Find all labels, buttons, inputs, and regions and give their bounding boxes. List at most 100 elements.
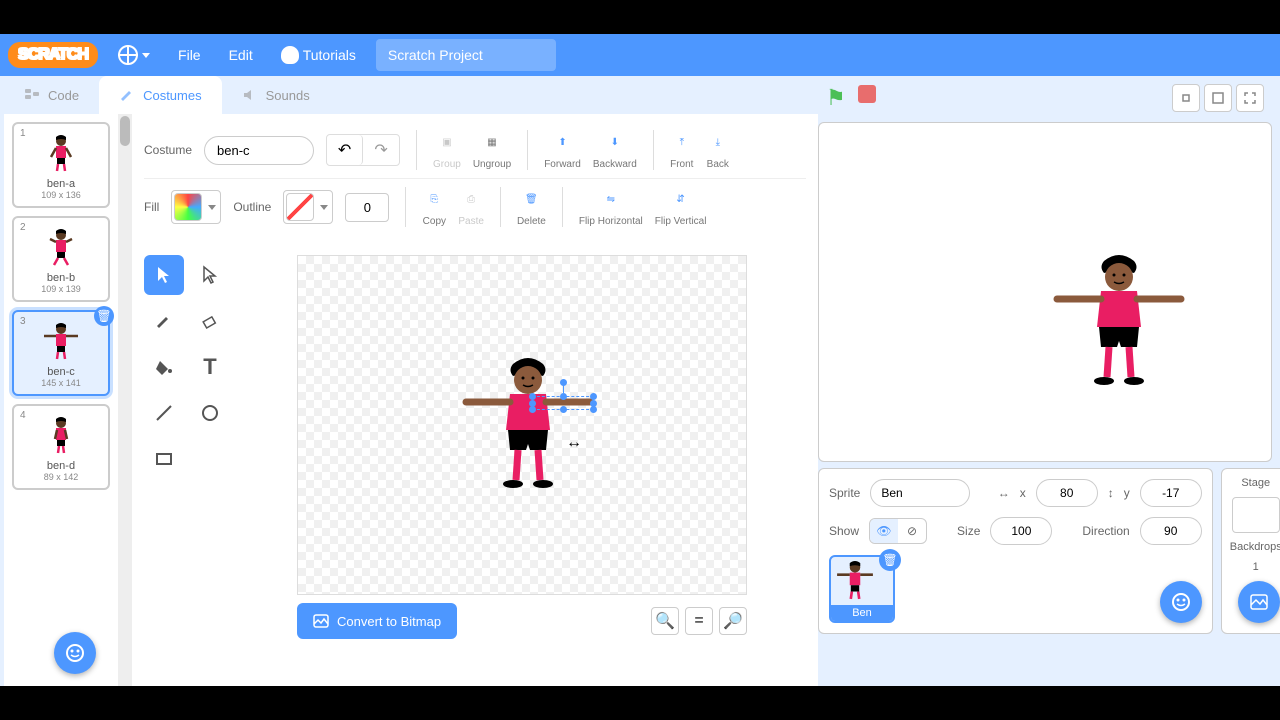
file-menu[interactable]: File: [170, 43, 209, 67]
flip-horizontal-button[interactable]: ⇋Flip Horizontal: [579, 188, 643, 227]
add-costume-button[interactable]: [54, 632, 96, 674]
backward-button[interactable]: ⬇Backward: [593, 131, 637, 170]
direction-label: Direction: [1082, 524, 1129, 538]
redo-button[interactable]: ↷: [363, 135, 399, 165]
costume-thumb[interactable]: 2 ben-b 109 x 139: [12, 216, 110, 302]
front-button[interactable]: ⤒Front: [670, 131, 694, 170]
tab-code[interactable]: Code: [4, 76, 99, 114]
ungroup-button[interactable]: ▦Ungroup: [473, 131, 511, 170]
undo-button[interactable]: ↶: [327, 135, 363, 165]
stop-button[interactable]: [858, 85, 876, 103]
outline-width-input[interactable]: [345, 193, 389, 222]
stage[interactable]: [818, 122, 1272, 462]
tab-sounds[interactable]: Sounds: [222, 76, 330, 114]
forward-button[interactable]: ⬆Forward: [544, 131, 581, 170]
bulb-icon: [281, 46, 299, 64]
costume-dim: 109 x 136: [18, 190, 104, 200]
brush-tool[interactable]: [144, 301, 184, 341]
convert-label: Convert to Bitmap: [337, 614, 441, 629]
show-toggle[interactable]: 👁 ⊘: [869, 518, 927, 544]
circle-tool[interactable]: [190, 393, 230, 433]
sprite-tile[interactable]: 🗑 Ben: [829, 555, 895, 623]
tab-sounds-label: Sounds: [266, 88, 310, 103]
costume-number: 3: [20, 316, 26, 327]
flip-vertical-button[interactable]: ⇵Flip Vertical: [655, 188, 707, 227]
delete-button[interactable]: 🗑Delete: [517, 188, 546, 227]
selection-box[interactable]: [532, 396, 594, 410]
group-button[interactable]: ▣Group: [433, 131, 461, 170]
costume-thumb[interactable]: 3 🗑 ben-c 145 x 141: [12, 310, 110, 396]
back-button[interactable]: ⤓Back: [706, 131, 730, 170]
paste-button[interactable]: ⎙Paste: [458, 188, 484, 227]
image-icon: [313, 613, 329, 629]
copy-button[interactable]: ⎘Copy: [422, 188, 446, 227]
zoom-out-button[interactable]: 🔍: [651, 607, 679, 635]
costume-name: ben-a: [18, 178, 104, 190]
delete-costume-icon[interactable]: 🗑: [94, 306, 114, 326]
convert-bitmap-button[interactable]: Convert to Bitmap: [297, 603, 457, 639]
outline-swatch: [286, 193, 314, 221]
backdrop-thumb[interactable]: [1232, 497, 1280, 533]
show-hidden-button[interactable]: ⊘: [898, 519, 926, 543]
costume-thumb[interactable]: 1 ben-a 109 x 136: [12, 122, 110, 208]
editor-tabs: Code Costumes Sounds: [4, 76, 818, 114]
project-name-input[interactable]: [376, 39, 556, 71]
edit-menu[interactable]: Edit: [221, 43, 261, 67]
stage-large-button[interactable]: [1204, 84, 1232, 112]
chevron-down-icon: [142, 53, 150, 58]
outline-label: Outline: [233, 200, 271, 214]
tab-costumes[interactable]: Costumes: [99, 76, 222, 114]
sprite-label: Sprite: [829, 486, 860, 500]
x-label: x: [1020, 486, 1026, 500]
costume-thumb[interactable]: 4 ben-d 89 x 142: [12, 404, 110, 490]
zoom-reset-button[interactable]: =: [685, 607, 713, 635]
costume-dim: 89 x 142: [18, 472, 104, 482]
fullscreen-button[interactable]: [1236, 84, 1264, 112]
size-input[interactable]: [990, 517, 1052, 545]
add-sprite-button[interactable]: [1160, 581, 1202, 623]
costume-preview: [36, 134, 86, 174]
y-label: y: [1124, 486, 1130, 500]
costume-number: 4: [20, 410, 26, 421]
rectangle-tool[interactable]: [144, 439, 184, 479]
costume-scrollbar[interactable]: [118, 114, 132, 686]
stage-header: ⚑: [818, 80, 1272, 116]
reshape-tool[interactable]: [190, 255, 230, 295]
eraser-tool[interactable]: [190, 301, 230, 341]
sprite-name-input[interactable]: [870, 479, 970, 507]
costume-label: Costume: [144, 143, 192, 157]
menubar: SCRATCH File Edit Tutorials: [0, 34, 1280, 76]
outline-picker[interactable]: [283, 190, 333, 224]
costume-name-input[interactable]: [204, 136, 314, 165]
stage-small-button[interactable]: [1172, 84, 1200, 112]
delete-sprite-icon[interactable]: 🗑: [879, 549, 901, 571]
tab-costumes-label: Costumes: [143, 88, 202, 103]
fill-tool[interactable]: [144, 347, 184, 387]
green-flag-button[interactable]: ⚑: [826, 85, 846, 111]
add-backdrop-button[interactable]: [1238, 581, 1280, 623]
stage-backdrops-panel: Stage Backdrops 1: [1221, 468, 1280, 634]
stage-title: Stage: [1241, 477, 1270, 489]
costume-preview: [36, 416, 86, 456]
sound-icon: [242, 87, 258, 103]
costume-list: 1 ben-a 109 x 136 2 ben-b 109 x 139: [4, 114, 118, 686]
x-input[interactable]: [1036, 479, 1098, 507]
backdrops-count: 1: [1253, 561, 1259, 573]
direction-input[interactable]: [1140, 517, 1202, 545]
fill-picker[interactable]: [171, 190, 221, 224]
tutorials-menu[interactable]: Tutorials: [273, 42, 364, 68]
select-tool[interactable]: [144, 255, 184, 295]
backdrops-label: Backdrops: [1230, 541, 1280, 553]
costume-name: ben-b: [18, 272, 104, 284]
paint-canvas[interactable]: ↔: [297, 255, 747, 595]
costume-preview: [36, 228, 86, 268]
costume-dim: 109 x 139: [18, 284, 104, 294]
costume-preview: [36, 322, 86, 362]
show-visible-button[interactable]: 👁: [870, 519, 898, 543]
line-tool[interactable]: [144, 393, 184, 433]
text-tool[interactable]: T: [190, 347, 230, 387]
fill-swatch: [174, 193, 202, 221]
zoom-in-button[interactable]: 🔎: [719, 607, 747, 635]
language-menu[interactable]: [110, 41, 158, 69]
y-input[interactable]: [1140, 479, 1202, 507]
